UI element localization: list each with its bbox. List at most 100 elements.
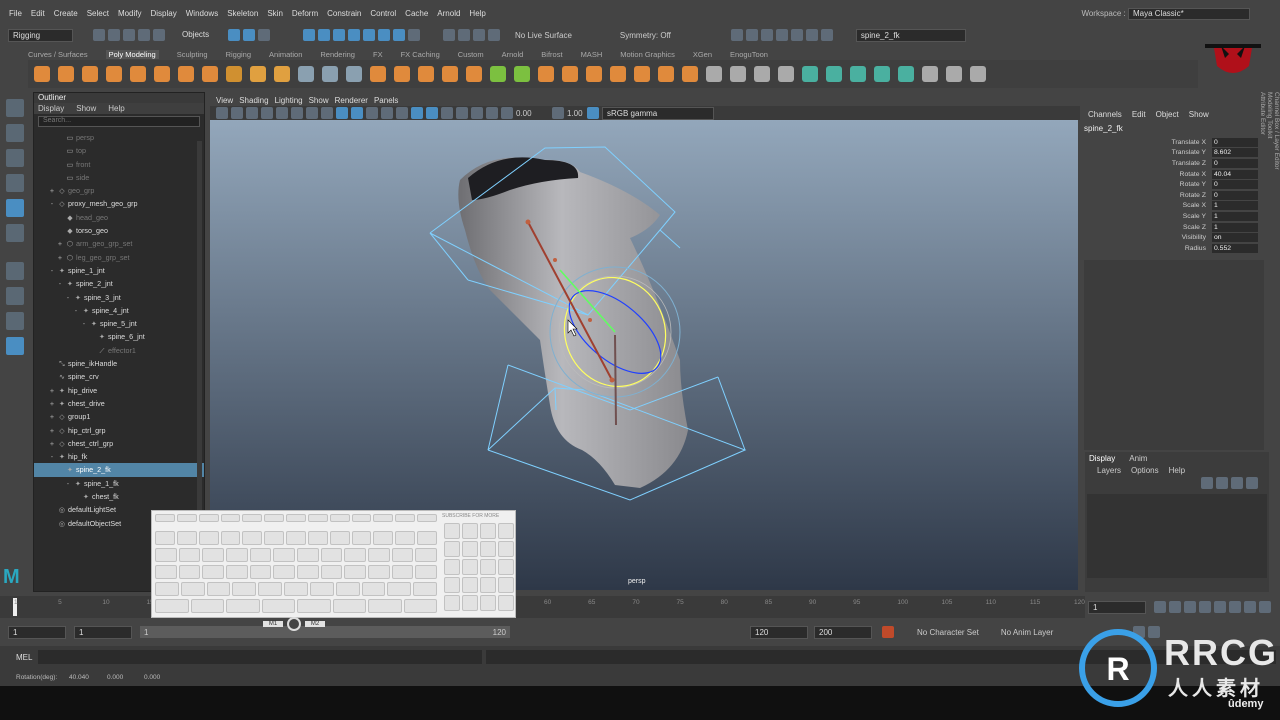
outliner-menu-display[interactable]: Display <box>38 104 64 113</box>
expand-toggle-icon[interactable]: + <box>48 437 56 450</box>
outliner-item[interactable]: - ◇ proxy_mesh_geo_grp <box>34 197 204 210</box>
menu-item-select[interactable]: Select <box>87 9 109 18</box>
channel-attr-name[interactable]: Translate Y <box>1082 149 1212 156</box>
planar-uv-icon[interactable] <box>826 66 842 82</box>
fill-hole-icon[interactable] <box>562 66 578 82</box>
channel-attr-name[interactable]: Rotate X <box>1082 171 1212 178</box>
snap-grid-icon[interactable] <box>443 29 455 41</box>
snap-point-icon[interactable] <box>473 29 485 41</box>
shelf-tab-motion-graphics[interactable]: Motion Graphics <box>620 50 675 59</box>
bevel-icon[interactable] <box>538 66 554 82</box>
difference-icon[interactable] <box>442 66 458 82</box>
poly-plane-icon[interactable] <box>154 66 170 82</box>
outliner-item[interactable]: - ✦ spine_1_fk <box>34 477 204 490</box>
exposure-icon[interactable] <box>501 107 513 119</box>
outliner-item[interactable]: - ✦ spine_2_jnt <box>34 277 204 290</box>
outliner-item[interactable]: - ✦ spine_3_jnt <box>34 291 204 304</box>
menu-item-edit[interactable]: Edit <box>31 9 45 18</box>
platonic-icon[interactable] <box>202 66 218 82</box>
new-layer-icon[interactable] <box>1231 477 1243 489</box>
wedge-icon[interactable] <box>658 66 674 82</box>
channel-attr-name[interactable]: Scale Z <box>1082 224 1212 231</box>
poly-cube-icon[interactable] <box>58 66 74 82</box>
side-tab-channel-box-layer-editor[interactable]: Channel Box / Layer Editor <box>1273 92 1280 402</box>
ipr-icon[interactable] <box>760 29 773 41</box>
channel-attr-name[interactable]: Radius <box>1082 245 1212 252</box>
range-bar[interactable]: 1 120 <box>140 626 510 638</box>
channel-attr-name[interactable]: Rotate Z <box>1082 192 1212 199</box>
viewport-menu-lighting[interactable]: Lighting <box>275 96 303 105</box>
expand-toggle-icon[interactable]: - <box>64 477 72 490</box>
viewport-menu-view[interactable]: View <box>216 96 233 105</box>
channel-attr-row[interactable]: Translate Y 8.602 <box>1082 148 1268 159</box>
layer-menu-layers[interactable]: Layers <box>1097 466 1121 475</box>
step-back-key-icon[interactable] <box>1169 601 1181 613</box>
outliner-item[interactable]: ▭ top <box>34 144 204 157</box>
channel-attr-value[interactable]: 1 <box>1212 201 1258 211</box>
play-icon[interactable] <box>805 29 818 41</box>
svg-icon[interactable] <box>274 66 290 82</box>
redo-icon[interactable] <box>153 29 165 41</box>
bookmark-icon[interactable] <box>246 107 258 119</box>
channel-attr-value[interactable]: 1 <box>1212 211 1258 221</box>
channel-attr-value[interactable]: 1 <box>1212 222 1258 232</box>
expand-toggle-icon[interactable]: + <box>48 397 56 410</box>
end-time-field[interactable]: 200 <box>814 625 872 639</box>
outliner-item[interactable]: ▭ front <box>34 158 204 171</box>
text-icon[interactable] <box>250 66 266 82</box>
outliner-item[interactable]: + ◇ chest_ctrl_grp <box>34 437 204 450</box>
channel-attr-row[interactable]: Scale Z1 <box>1082 222 1268 233</box>
intersect-icon[interactable] <box>466 66 482 82</box>
select-by-object-icon[interactable] <box>243 29 255 41</box>
go-to-start-icon[interactable] <box>1154 601 1166 613</box>
isolate-select-icon[interactable] <box>441 107 453 119</box>
channel-attr-value[interactable]: 0.552 <box>1212 243 1258 253</box>
render-settings-icon[interactable] <box>775 29 788 41</box>
channel-attr-name[interactable]: Scale Y <box>1082 213 1212 220</box>
ao-icon[interactable] <box>456 107 468 119</box>
union-icon[interactable] <box>418 66 434 82</box>
merge-icon[interactable] <box>634 66 650 82</box>
channel-menu-show[interactable]: Show <box>1189 110 1209 119</box>
side-tab-modeling-toolkit[interactable]: Modeling Toolkit <box>1266 92 1273 402</box>
channel-menu-object[interactable]: Object <box>1156 110 1179 119</box>
layer-menu-options[interactable]: Options <box>1131 466 1159 475</box>
colorspace-dropdown[interactable]: sRGB gamma <box>602 106 714 120</box>
playback-end-field[interactable]: 120 <box>750 625 808 639</box>
shadows-icon[interactable] <box>396 107 408 119</box>
append-icon[interactable] <box>586 66 602 82</box>
select-by-component-icon[interactable] <box>258 29 270 41</box>
poly-sphere-icon[interactable] <box>34 66 50 82</box>
multi-cut-icon[interactable] <box>706 66 722 82</box>
channel-menu-edit[interactable]: Edit <box>1132 110 1146 119</box>
expand-toggle-icon[interactable]: - <box>72 304 80 317</box>
menu-item-file[interactable]: File <box>9 9 22 18</box>
channel-attr-value[interactable]: 0 <box>1212 190 1258 200</box>
gamma-field[interactable]: 1.00 <box>567 109 587 118</box>
auto-key-icon[interactable] <box>882 626 894 638</box>
outliner-item[interactable]: - ✦ spine_1_jnt <box>34 264 204 277</box>
spherical-uv-icon[interactable] <box>874 66 890 82</box>
outliner-menu-help[interactable]: Help <box>108 104 124 113</box>
viewport-menu-shading[interactable]: Shading <box>239 96 268 105</box>
extrude-icon[interactable] <box>490 66 506 82</box>
channel-attr-name[interactable]: Translate X <box>1082 139 1212 146</box>
channel-attr-name[interactable]: Scale X <box>1082 202 1212 209</box>
mirror-icon[interactable] <box>298 66 314 82</box>
outliner-item[interactable]: + ◇ group1 <box>34 410 204 423</box>
snap-curve-icon[interactable] <box>458 29 470 41</box>
channel-attr-name[interactable]: Visibility <box>1082 234 1212 241</box>
channel-attr-value[interactable]: 0 <box>1212 180 1258 190</box>
expand-toggle-icon[interactable]: - <box>48 450 56 463</box>
mask-icon[interactable] <box>303 29 315 41</box>
menu-item-windows[interactable]: Windows <box>186 9 218 18</box>
shelf-tab-mash[interactable]: MASH <box>581 50 603 59</box>
undo-icon[interactable] <box>138 29 150 41</box>
expand-toggle-icon[interactable]: - <box>56 277 64 290</box>
outliner-item[interactable]: ✦ spine_2_fk <box>34 463 204 477</box>
outliner-item[interactable]: ◆ head_geo <box>34 211 204 224</box>
smooth-icon[interactable] <box>370 66 386 82</box>
new-layer-selected-icon[interactable] <box>1246 477 1258 489</box>
expand-toggle-icon[interactable]: + <box>48 384 56 397</box>
xray-icon[interactable] <box>411 107 423 119</box>
